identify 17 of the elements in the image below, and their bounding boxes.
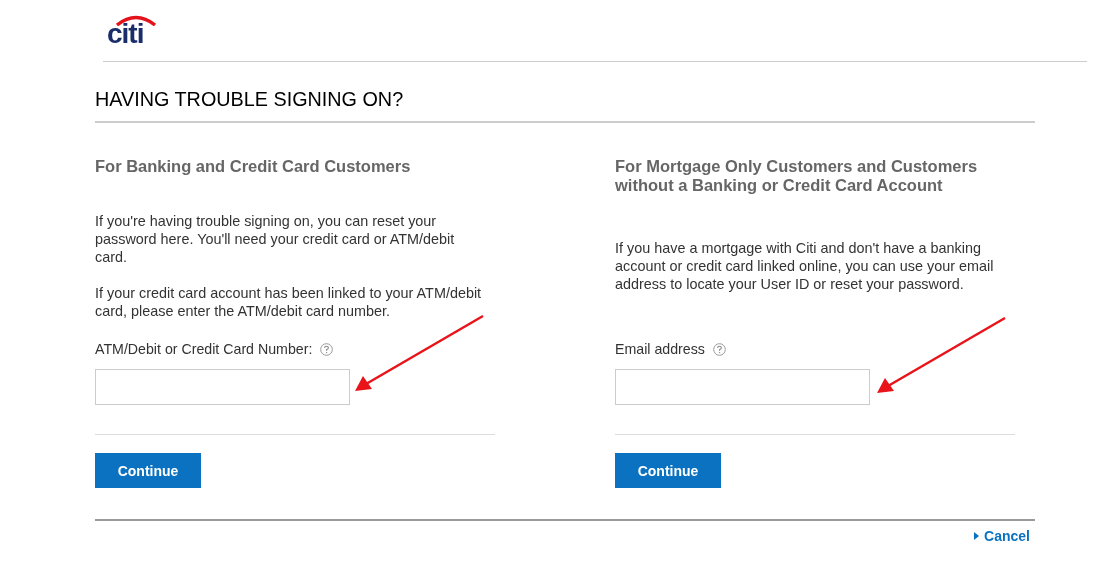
cancel-link[interactable]: Cancel [974, 528, 1030, 544]
description-text: If you're having trouble signing on, you can reset your password here. You'll need your credit card or ATM/debit card. [95, 212, 456, 266]
continue-button[interactable]: Continue [615, 453, 721, 488]
continue-button[interactable]: Continue [95, 453, 201, 488]
description-text: If your credit card account has been linked to your ATM/debit card, please enter the ATM/debit card number. [95, 284, 483, 320]
field-label: Email address [615, 341, 705, 357]
input-field[interactable] [615, 369, 870, 405]
section-heading: For Mortgage Only Customers and Customers without a Banking or Credit Card Account [615, 157, 979, 195]
citi-logo: citi [107, 14, 167, 50]
caret-icon [974, 532, 980, 540]
help-icon[interactable] [320, 342, 334, 356]
page-title: HAVING TROUBLE SIGNING ON? [95, 62, 1035, 123]
help-icon[interactable] [712, 342, 726, 356]
field-label: ATM/Debit or Credit Card Number: [95, 341, 313, 357]
section-heading: For Banking and Credit Card Customers [95, 157, 412, 177]
description-text: If you have a mortgage with Citi and don't have a banking account or credit card linked online, you can use your email address to locate your User ID or reset your password. [615, 239, 995, 293]
input-field[interactable] [95, 369, 350, 405]
